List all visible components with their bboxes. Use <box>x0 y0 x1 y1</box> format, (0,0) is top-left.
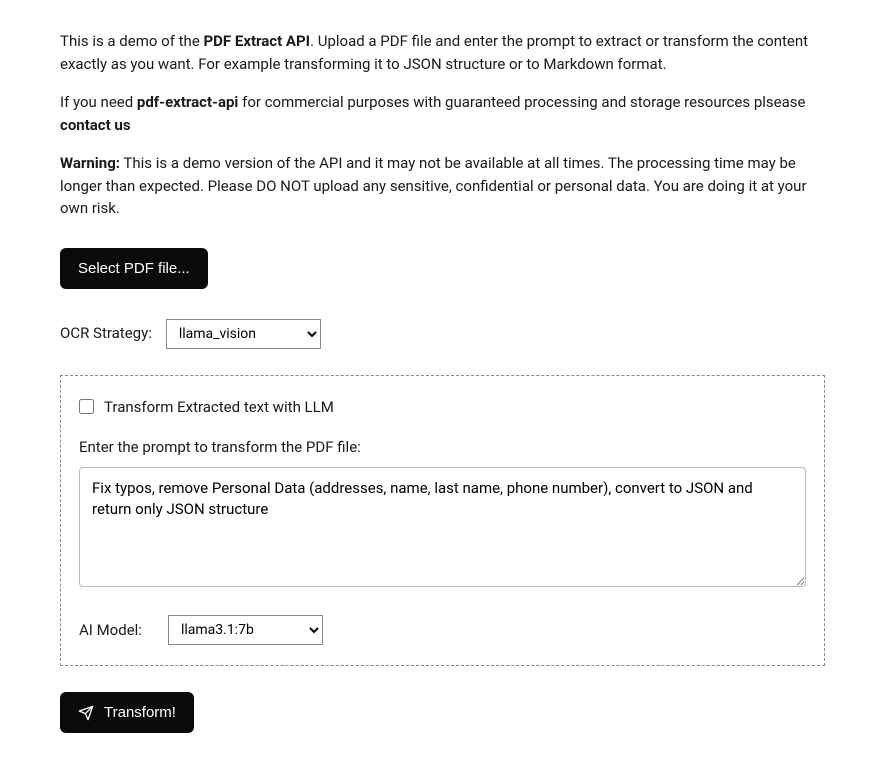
ai-model-select[interactable]: llama3.1:7b <box>168 615 323 645</box>
transform-button-label: Transform! <box>104 704 176 721</box>
contact-us-link[interactable]: contact us <box>60 116 131 134</box>
warning-paragraph: Warning: This is a demo version of the A… <box>60 152 825 220</box>
ai-model-row: AI Model: llama3.1:7b <box>79 615 806 645</box>
select-pdf-label: Select PDF file... <box>78 260 190 277</box>
intro-text: for commercial purposes with guaranteed … <box>238 93 805 111</box>
ocr-strategy-select[interactable]: llama_vision <box>166 319 321 349</box>
send-icon <box>78 705 94 721</box>
transform-checkbox-row: Transform Extracted text with LLM <box>79 396 806 419</box>
intro-bold-api-slug: pdf-extract-api <box>137 93 238 111</box>
transform-button[interactable]: Transform! <box>60 692 194 733</box>
intro-paragraph-2: If you need pdf-extract-api for commerci… <box>60 91 825 136</box>
warning-text: This is a demo version of the API and it… <box>60 154 807 217</box>
transform-panel: Transform Extracted text with LLM Enter … <box>60 375 825 667</box>
intro-text: This is a demo of the <box>60 32 204 50</box>
intro-paragraph-1: This is a demo of the PDF Extract API. U… <box>60 30 825 75</box>
prompt-label: Enter the prompt to transform the PDF fi… <box>79 436 806 459</box>
select-pdf-button[interactable]: Select PDF file... <box>60 248 208 289</box>
prompt-textarea[interactable] <box>79 467 806 587</box>
ocr-strategy-row: OCR Strategy: llama_vision <box>60 319 825 349</box>
warning-label: Warning: <box>60 154 120 172</box>
intro-text: If you need <box>60 93 137 111</box>
transform-llm-checkbox[interactable] <box>79 399 94 414</box>
ocr-strategy-label: OCR Strategy: <box>60 322 152 345</box>
transform-checkbox-label: Transform Extracted text with LLM <box>104 396 334 419</box>
ai-model-label: AI Model: <box>79 619 142 642</box>
intro-bold-api-name: PDF Extract API <box>204 32 311 50</box>
